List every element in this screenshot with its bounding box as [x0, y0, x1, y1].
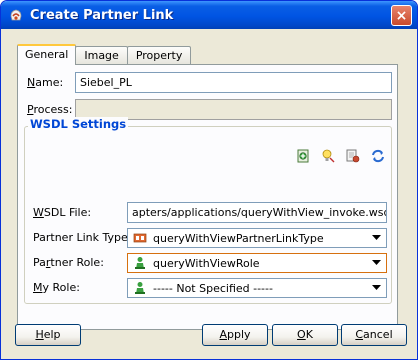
process-label: Process:	[27, 103, 73, 116]
refresh-icon[interactable]	[370, 148, 386, 164]
partner-role-label: Partner Role:	[33, 256, 104, 269]
name-label: Name:	[27, 76, 64, 89]
partner-link-type-value: queryWithViewPartnerLinkType	[153, 231, 324, 245]
my-role-value: ----- Not Specified -----	[153, 281, 273, 295]
wsdl-file-field[interactable]: apters/applications/queryWithView_invoke…	[127, 202, 387, 223]
apply-button[interactable]: Apply	[202, 324, 268, 346]
tab-strip: General Image Property	[17, 44, 192, 65]
general-tab-panel: Name: Siebel_PL Process: WSDL Settings W…	[17, 64, 398, 330]
dialog-body: General Image Property Name: Siebel_PL P…	[4, 30, 414, 358]
my-role-select[interactable]: ----- Not Specified -----	[127, 278, 387, 298]
partner-link-type-select[interactable]: queryWithViewPartnerLinkType	[127, 228, 387, 248]
chevron-down-icon[interactable]	[369, 256, 383, 270]
browse-wsdl-icon[interactable]	[345, 148, 361, 164]
wsdl-file-label: WSDL File:	[33, 206, 92, 219]
close-icon: ×	[395, 7, 408, 24]
chevron-down-icon[interactable]	[369, 281, 383, 295]
title-bar[interactable]: Create Partner Link ×	[1, 1, 417, 29]
add-wsdl-icon[interactable]	[295, 148, 311, 164]
close-button[interactable]: ×	[391, 5, 412, 26]
help-button[interactable]: Help	[15, 324, 81, 346]
partner-role-select[interactable]: queryWithViewRole	[127, 253, 387, 273]
wsdl-settings-title: WSDL Settings	[28, 117, 129, 131]
partner-link-type-label: Partner Link Type:	[33, 231, 132, 244]
dialog-window: Create Partner Link × General Image Prop…	[0, 0, 418, 360]
name-field[interactable]: Siebel_PL	[75, 72, 392, 93]
chevron-down-icon[interactable]	[369, 231, 383, 245]
window-title: Create Partner Link	[30, 7, 174, 23]
tab-property[interactable]: Property	[126, 46, 192, 65]
my-role-label: My Role:	[33, 281, 80, 294]
tab-image[interactable]: Image	[75, 46, 128, 65]
wsdl-toolbar	[295, 148, 386, 164]
role-icon	[135, 257, 145, 269]
lightbulb-icon[interactable]	[320, 148, 336, 164]
partner-role-value: queryWithViewRole	[153, 256, 260, 270]
ok-button[interactable]: OK	[272, 324, 338, 346]
app-icon	[10, 9, 22, 21]
tab-general[interactable]: General	[17, 44, 77, 65]
role-icon	[135, 282, 145, 294]
cancel-button[interactable]: Cancel	[341, 324, 407, 346]
link-type-icon	[133, 233, 147, 243]
